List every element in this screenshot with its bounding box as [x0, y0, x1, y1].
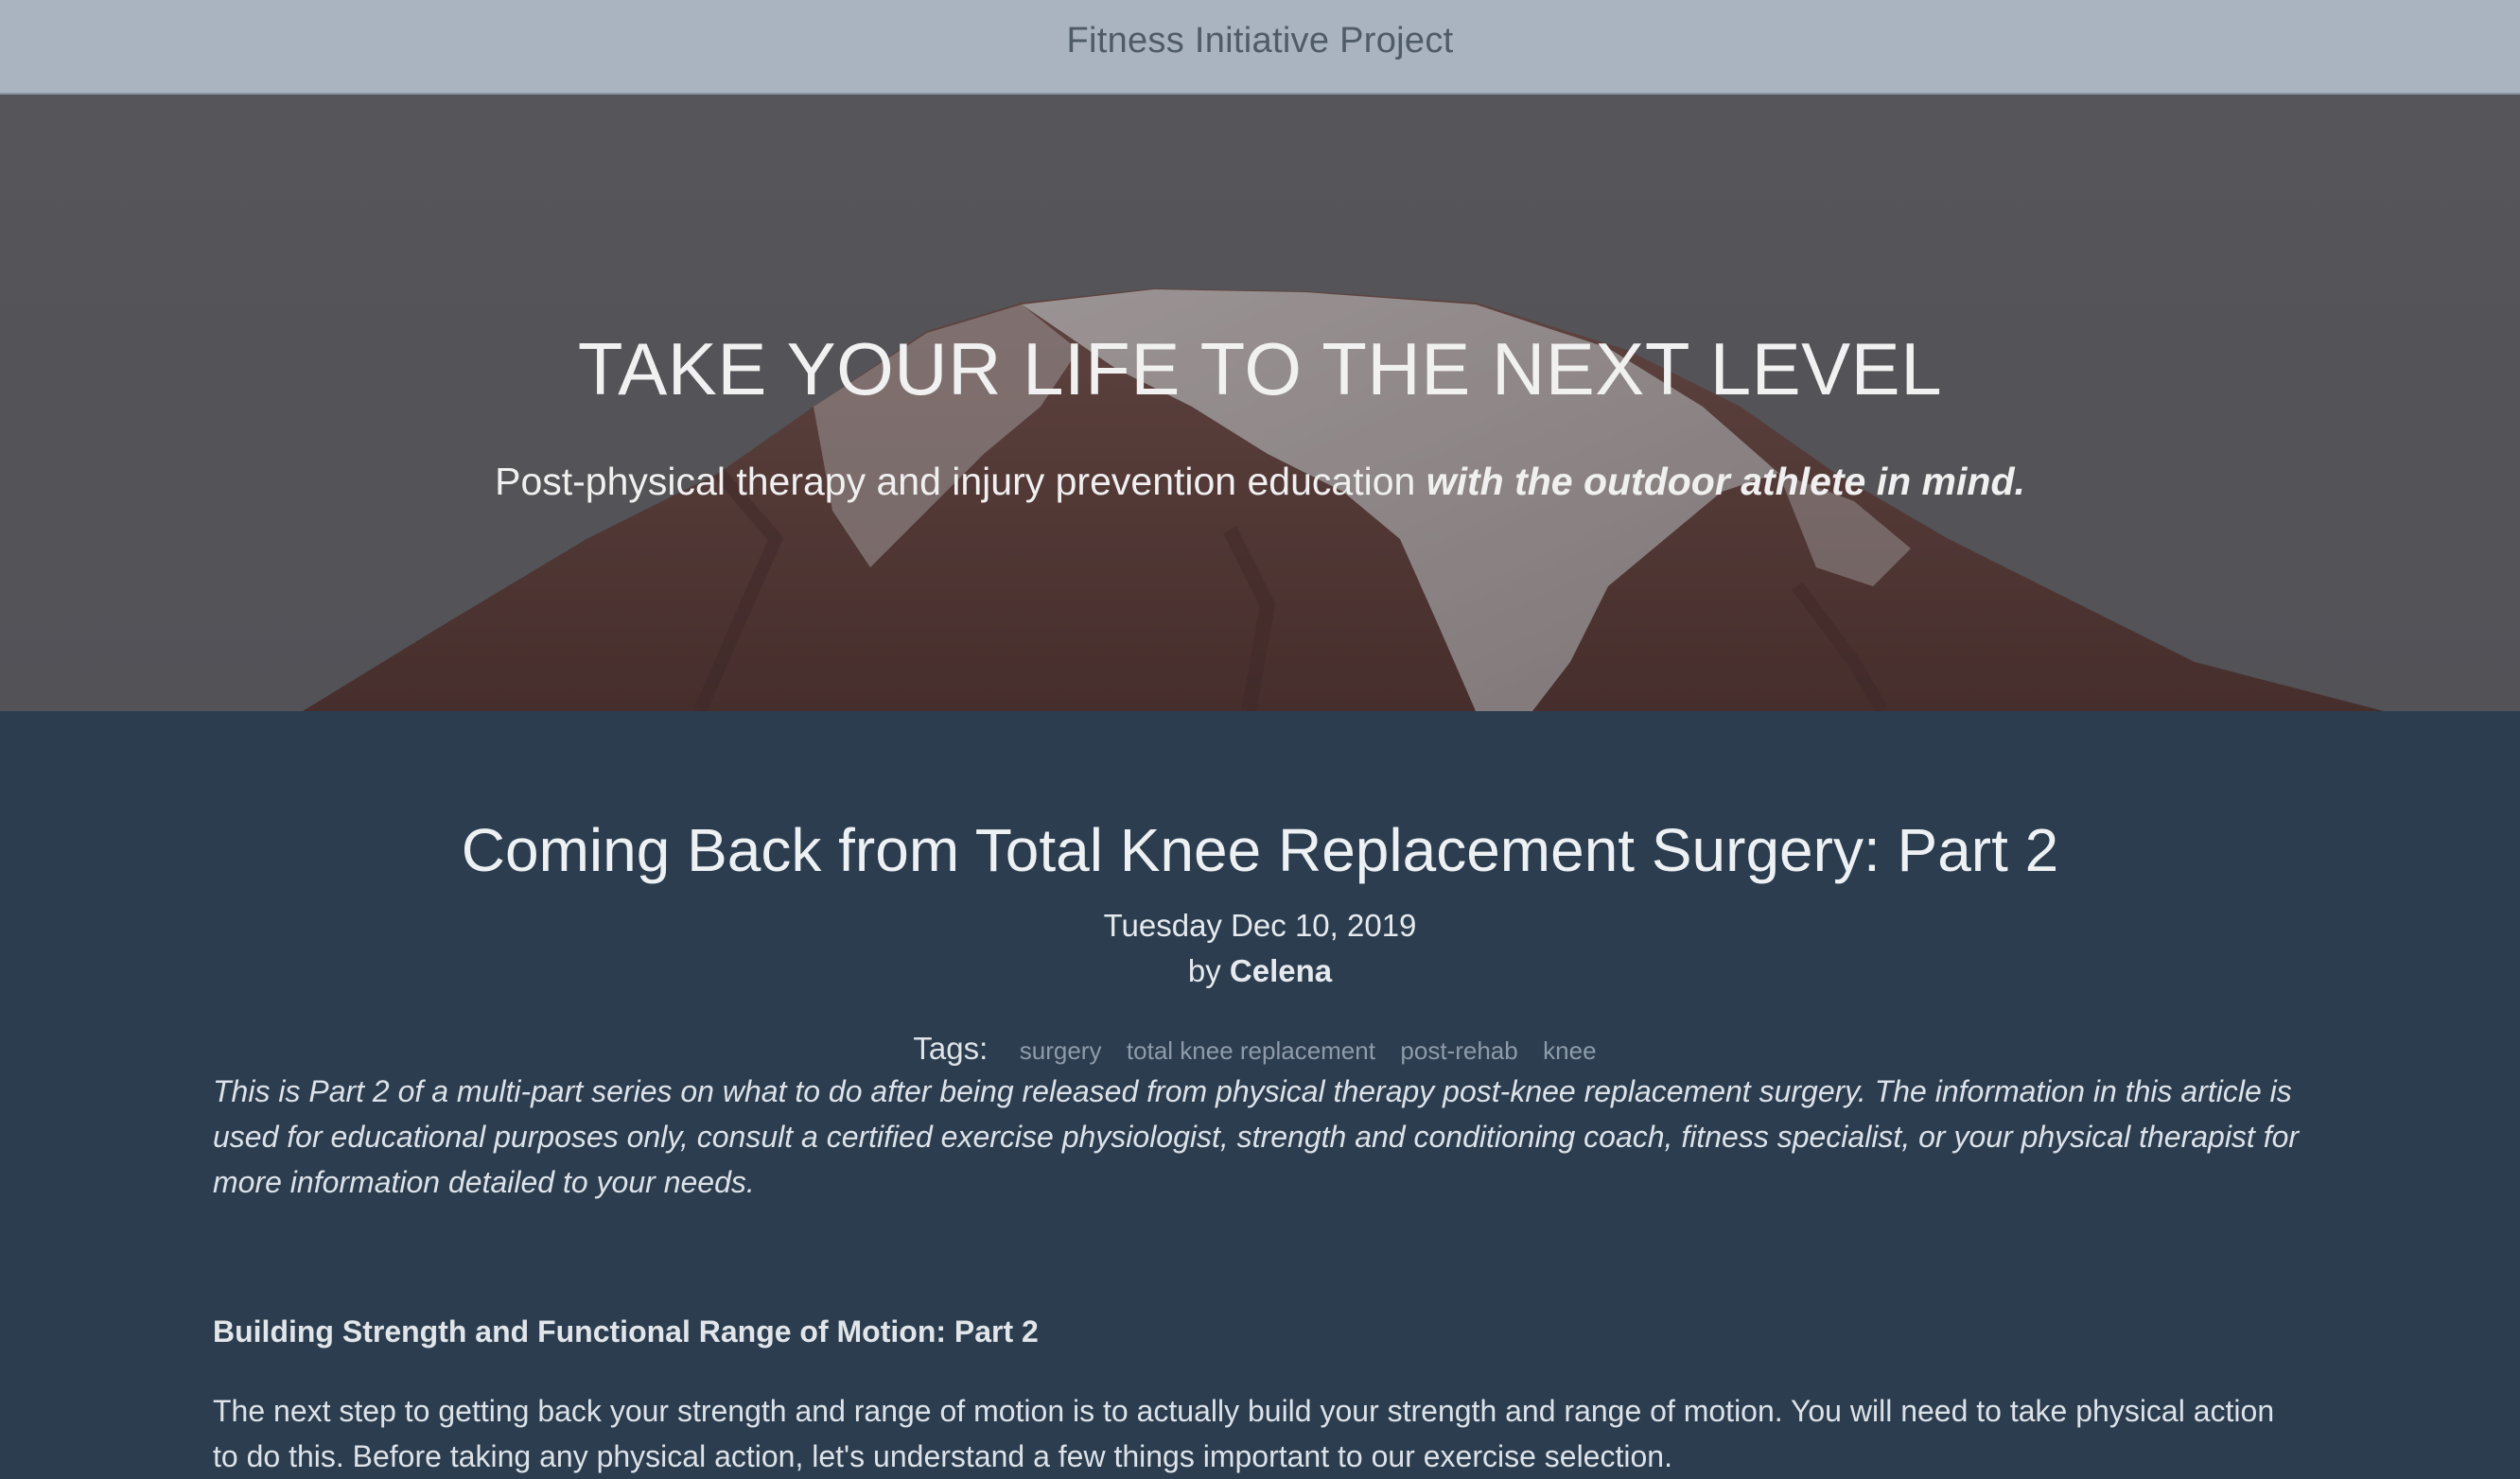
tag-link[interactable]: surgery	[1020, 1036, 1102, 1065]
hero-heading: TAKE YOUR LIFE TO THE NEXT LEVEL	[577, 327, 1943, 410]
post-date: Tuesday Dec 10, 2019	[1103, 908, 1417, 943]
tag-link[interactable]: post-rehab	[1400, 1036, 1517, 1065]
hero-banner: TAKE YOUR LIFE TO THE NEXT LEVEL Post-ph…	[0, 95, 2520, 711]
hero-subheading-emphasis: with the outdoor athlete in mind.	[1426, 460, 2025, 503]
byline-prefix: by	[1187, 953, 1230, 988]
tag-link[interactable]: total knee replacement	[1127, 1036, 1375, 1065]
post-title: Coming Back from Total Knee Replacement …	[461, 816, 2059, 884]
site-header: Fitness Initiative Project	[0, 0, 2520, 95]
hero-subheading-text: Post-physical therapy and injury prevent…	[495, 460, 1426, 503]
hero-content: TAKE YOUR LIFE TO THE NEXT LEVEL Post-ph…	[0, 326, 2520, 504]
site-title-link[interactable]: Fitness Initiative Project	[1066, 21, 1453, 61]
article-section: Coming Back from Total Knee Replacement …	[0, 711, 2520, 1473]
section-heading: Building Strength and Functional Range o…	[213, 1314, 1039, 1348]
post-author: Celena	[1229, 953, 1333, 988]
post-body-paragraph: The next step to getting back your stren…	[213, 1394, 2275, 1473]
tags-label: Tags:	[913, 1031, 989, 1066]
tag-list: Tags: surgery total knee replacement pos…	[0, 1031, 2520, 1067]
post-intro: This is Part 2 of a multi-part series on…	[213, 1074, 2300, 1199]
tag-link[interactable]: knee	[1543, 1036, 1596, 1065]
post-byline: by Celena	[0, 953, 2520, 989]
hero-subheading: Post-physical therapy and injury prevent…	[0, 460, 2520, 504]
